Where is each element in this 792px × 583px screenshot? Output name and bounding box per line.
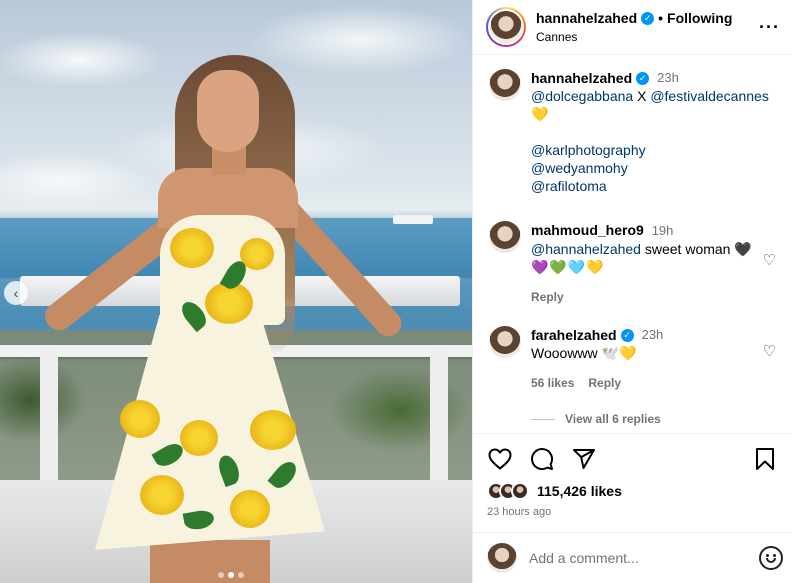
face [197,70,259,152]
post-header: hannahelzahed ✓ • Following Cannes ··· [473,0,792,55]
emoji-picker-icon[interactable] [759,546,783,570]
comment-text: Wooowww 🕊️💛 [531,345,637,361]
chevron-left-icon: ‹ [13,285,19,301]
avatar[interactable] [489,326,521,358]
carousel-dot [238,572,244,578]
mention-link[interactable]: @festivaldecannes [650,88,769,104]
my-avatar [487,543,517,573]
caption-username[interactable]: hannahelzahed [531,69,632,87]
comment-username[interactable]: mahmoud_hero9 [531,222,644,238]
verified-badge-icon: ✓ [636,71,650,85]
rose-print [140,475,184,515]
more-options-icon[interactable]: ··· [759,17,780,38]
credit-link[interactable]: @karlphotography [531,141,776,159]
avatar[interactable] [489,69,521,101]
verified-badge-icon: ✓ [620,328,634,342]
comment-time[interactable]: 23h [642,326,664,344]
comment-meta: 56 likes Reply [531,374,776,392]
credit-link[interactable]: @wedyanmohy [531,159,776,177]
action-icons [487,446,778,472]
post-photo[interactable]: ‹ [0,0,472,583]
comment-body: farahelzahed ✓ 23h Wooowww 🕊️💛 56 likes … [531,326,776,392]
likes-row: 115,426 likes [487,482,778,500]
add-comment-bar [473,532,792,583]
share-icon[interactable] [571,446,597,472]
comment: farahelzahed ✓ 23h Wooowww 🕊️💛 56 likes … [489,326,776,392]
comment-icon[interactable] [529,446,555,472]
rose-print [120,400,160,438]
rose-print [170,228,214,268]
legs [150,540,270,583]
bookmark-icon[interactable] [752,446,778,472]
comment-text: sweet woman 🖤 [640,241,752,257]
liker-avatar [511,482,529,500]
author-avatar[interactable] [486,7,526,47]
rose-print [180,420,218,456]
reply-button[interactable]: Reply [531,288,564,306]
likes-count[interactable]: 115,426 likes [537,483,622,499]
post-sidebar: hannahelzahed ✓ • Following Cannes ··· h… [472,0,792,583]
view-replies-button[interactable]: View all 6 replies [531,412,776,426]
following-button[interactable]: Following [667,10,732,26]
carousel-prev-button[interactable]: ‹ [4,281,28,305]
header-line: hannahelzahed ✓ • Following [536,10,759,26]
caption-body: hannahelzahed ✓ 23h @dolcegabbana X @fes… [531,69,776,195]
mention-link[interactable]: @dolcegabbana [531,88,633,104]
caption-emoji: 💛 [531,106,549,122]
caption: hannahelzahed ✓ 23h @dolcegabbana X @fes… [489,69,776,195]
post-actions: 115,426 likes 23 hours ago [473,433,792,518]
comment-likes[interactable]: 56 likes [531,374,574,392]
like-comment-heart-icon[interactable]: ♡ [763,251,776,269]
carousel-dot [218,572,224,578]
comment-meta: Reply [531,288,776,306]
comment-input[interactable] [529,550,759,566]
carousel-dot-active [228,572,234,578]
caption-time[interactable]: 23h [657,69,679,87]
boat [393,215,433,224]
comment: mahmoud_hero9 19h @hannahelzahed sweet w… [489,221,776,306]
post-timestamp[interactable]: 23 hours ago [487,506,778,518]
verified-badge-icon: ✓ [641,11,655,25]
rose-print [250,410,296,450]
liker-avatars[interactable] [487,482,529,500]
comment-time[interactable]: 19h [652,223,674,238]
view-replies-label: View all 6 replies [565,412,661,426]
carousel-dots [218,572,244,578]
reply-button[interactable]: Reply [588,374,621,392]
avatar-image [488,9,524,45]
comment-username[interactable]: farahelzahed [531,326,617,344]
mention-link[interactable]: @hannahelzahed [531,241,641,257]
railing-post [430,350,448,480]
comments-list[interactable]: hannahelzahed ✓ 23h @dolcegabbana X @fes… [473,55,792,433]
credit-link[interactable]: @rafilotoma [531,177,776,195]
post-location[interactable]: Cannes [536,30,759,44]
like-comment-heart-icon[interactable]: ♡ [763,342,776,360]
comment-body: mahmoud_hero9 19h @hannahelzahed sweet w… [531,221,776,306]
replies-divider [531,418,555,420]
header-separator: • [658,10,664,26]
rose-print [230,490,270,528]
avatar[interactable] [489,221,521,253]
author-username[interactable]: hannahelzahed [536,10,637,26]
caption-connector: X [633,88,651,104]
heart-icon[interactable] [487,446,513,472]
header-text: hannahelzahed ✓ • Following Cannes [536,10,759,44]
comment-emoji: 💜💚🩵💛 [531,259,605,275]
post-modal: ‹ hannahelzahed ✓ • Following Cannes ··· [0,0,792,583]
